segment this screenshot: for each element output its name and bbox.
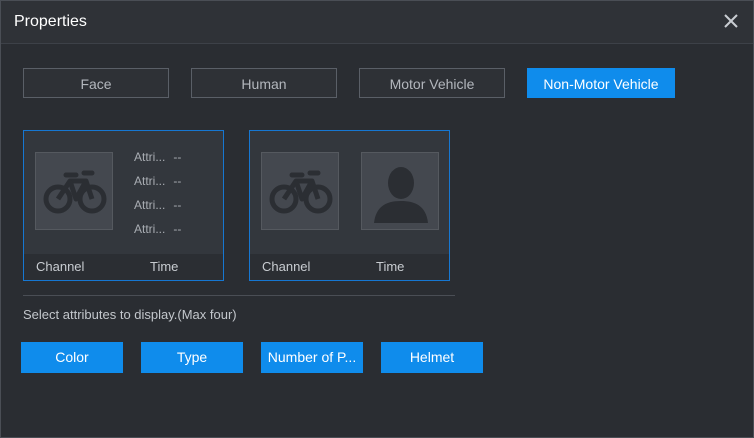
preview-card-with-person[interactable]: Channel Time (249, 130, 450, 281)
attribute-row: Attri... -- (134, 222, 181, 236)
attribute-value: -- (173, 174, 182, 188)
color-attribute-button[interactable]: Color (21, 342, 123, 373)
helmet-attribute-button[interactable]: Helmet (381, 342, 483, 373)
person-silhouette-icon (361, 152, 439, 230)
tab-face[interactable]: Face (23, 68, 169, 98)
properties-dialog: Properties Face Human Motor Vehicle Non-… (0, 0, 754, 438)
close-icon[interactable] (721, 11, 741, 31)
attribute-value: -- (173, 222, 182, 236)
channel-label: Channel (36, 259, 85, 274)
number-of-people-attribute-button[interactable]: Number of P... (261, 342, 363, 373)
attribute-label: Attri... (134, 222, 166, 236)
bicycle-icon (35, 152, 113, 230)
attribute-label: Attri... (134, 174, 166, 188)
time-label: Time (376, 259, 405, 274)
attribute-label: Attri... (134, 198, 166, 212)
attribute-label: Attri... (134, 150, 166, 164)
type-attribute-button[interactable]: Type (141, 342, 243, 373)
tab-motor-vehicle[interactable]: Motor Vehicle (359, 68, 505, 98)
bicycle-icon (261, 152, 339, 230)
channel-label: Channel (262, 259, 311, 274)
select-attributes-hint: Select attributes to display.(Max four) (23, 307, 237, 322)
card-footer: Channel Time (250, 254, 449, 280)
card-footer: Channel Time (24, 254, 223, 280)
attribute-value: -- (173, 150, 182, 164)
tab-non-motor-vehicle[interactable]: Non-Motor Vehicle (527, 68, 675, 98)
dialog-title: Properties (14, 13, 87, 30)
attribute-row: Attri... -- (134, 174, 181, 188)
attribute-value: -- (173, 198, 182, 212)
attribute-row: Attri... -- (134, 198, 181, 212)
divider (23, 295, 455, 296)
tab-human[interactable]: Human (191, 68, 337, 98)
attribute-row: Attri... -- (134, 150, 181, 164)
dialog-titlebar: Properties (1, 1, 753, 44)
time-label: Time (150, 259, 179, 274)
preview-card-with-attributes[interactable]: Attri... -- Attri... -- Attri... -- Attri..… (23, 130, 224, 281)
